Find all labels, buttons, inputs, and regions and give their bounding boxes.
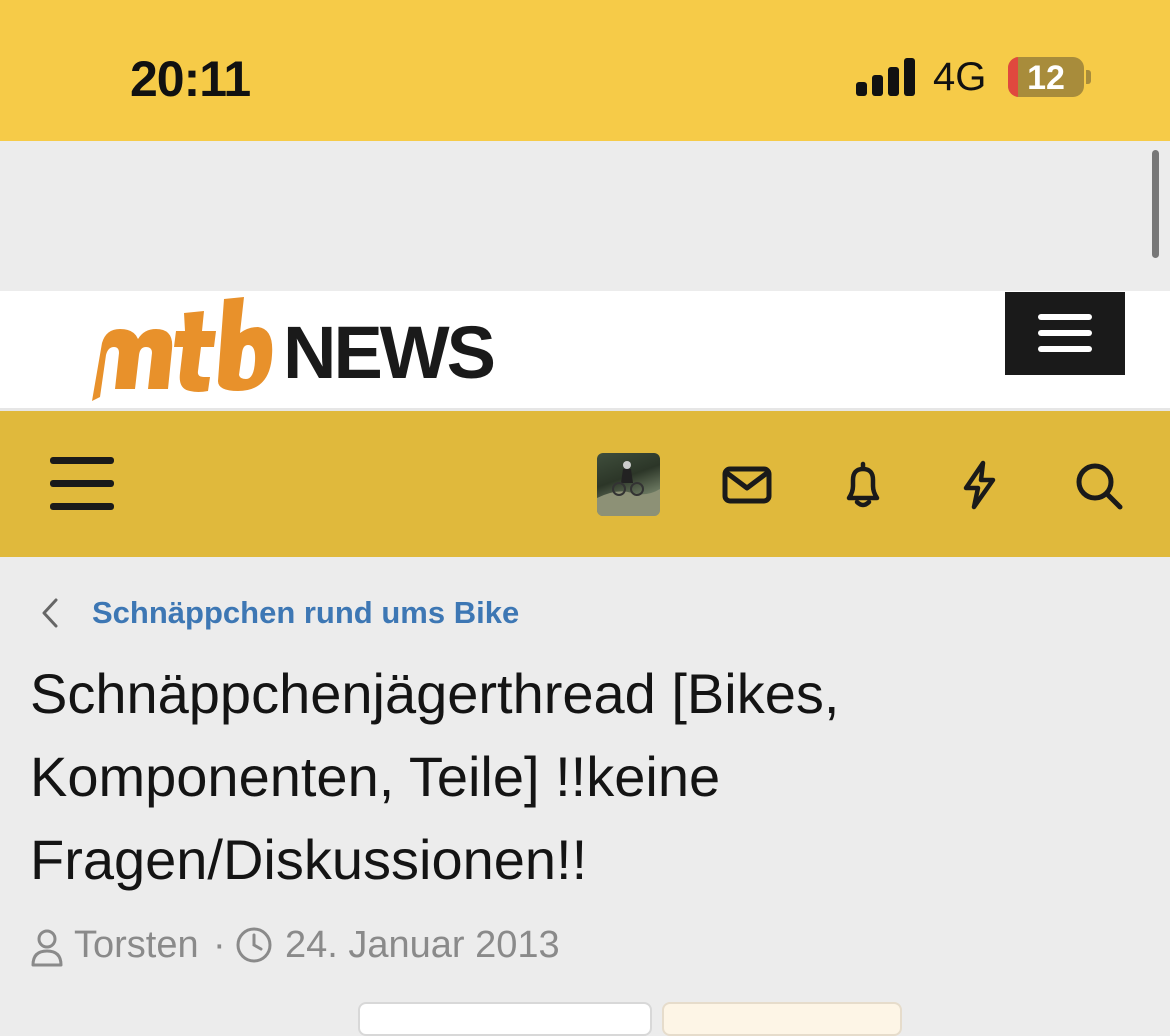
news-wordmark: NEWS xyxy=(283,311,496,394)
scrollbar[interactable] xyxy=(1152,150,1159,258)
menu-icon[interactable] xyxy=(50,457,114,511)
network-type: 4G xyxy=(933,55,987,99)
thread-author[interactable]: Torsten xyxy=(74,924,199,967)
user-icon xyxy=(31,929,63,967)
thread-action-button[interactable] xyxy=(662,1002,902,1036)
lightning-icon[interactable] xyxy=(953,458,1007,512)
meta-separator: · xyxy=(213,924,226,966)
battery-icon: 12 xyxy=(1008,57,1084,97)
browser-blank-area xyxy=(0,141,1170,291)
thread-title-line: Fragen/Diskussionen!! xyxy=(30,828,588,891)
thread-title-line: Schnäppchenjägerthread [Bikes, xyxy=(30,662,840,725)
thread-title-line: Komponenten, Teile] !!keine xyxy=(30,745,721,808)
search-icon[interactable] xyxy=(1071,458,1125,512)
chevron-left-icon[interactable] xyxy=(38,596,62,630)
battery-cap xyxy=(1086,70,1091,84)
breadcrumb-link[interactable]: Schnäppchen rund ums Bike xyxy=(92,595,519,631)
status-bar: 20:11 4G 12 xyxy=(0,0,1170,141)
cellular-signal-icon xyxy=(856,58,916,96)
thread-title: Schnäppchenjägerthread [Bikes, Komponent… xyxy=(30,652,1030,901)
bell-icon[interactable] xyxy=(836,458,890,512)
battery-level: 12 xyxy=(1027,59,1065,97)
mail-icon[interactable] xyxy=(720,458,774,512)
thread-date[interactable]: 24. Januar 2013 xyxy=(285,924,560,967)
clock-icon xyxy=(236,927,272,963)
site-menu-button[interactable] xyxy=(1005,292,1125,375)
thread-action-button[interactable] xyxy=(358,1002,652,1036)
clock: 20:11 xyxy=(130,51,251,107)
mtb-logo[interactable] xyxy=(88,293,278,405)
avatar[interactable] xyxy=(597,453,660,516)
